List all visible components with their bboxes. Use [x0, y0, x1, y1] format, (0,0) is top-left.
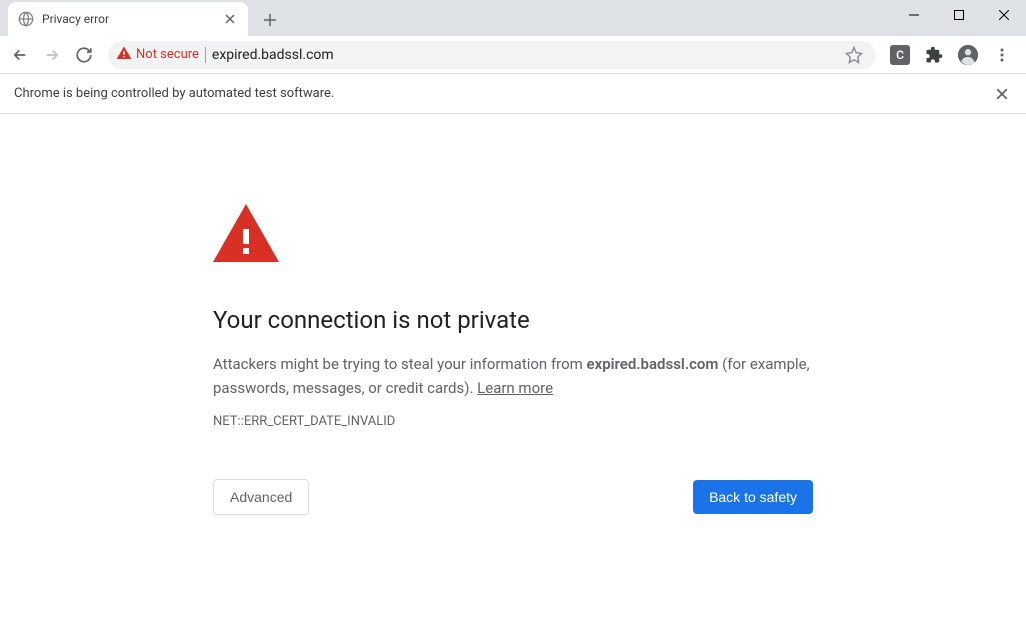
profile-avatar-icon[interactable] — [954, 41, 982, 69]
close-window-button[interactable] — [981, 0, 1026, 30]
back-to-safety-button[interactable]: Back to safety — [693, 480, 813, 514]
warning-triangle-icon — [116, 45, 132, 65]
toolbar-right: C — [886, 41, 1020, 69]
toolbar: Not secure expired.badssl.com C — [0, 36, 1026, 74]
separator — [205, 47, 206, 63]
button-row: Advanced Back to safety — [213, 479, 813, 515]
globe-icon — [18, 11, 34, 27]
title-bar: Privacy error — [0, 0, 1026, 36]
interstitial-domain: expired.badssl.com — [587, 355, 719, 373]
menu-kebab-icon[interactable] — [988, 41, 1016, 69]
window-controls — [891, 0, 1026, 30]
security-chip[interactable]: Not secure — [116, 45, 199, 65]
minimize-button[interactable] — [891, 0, 936, 30]
url-text: expired.badssl.com — [212, 47, 834, 63]
maximize-button[interactable] — [936, 0, 981, 30]
security-label: Not secure — [136, 47, 199, 62]
new-tab-button[interactable] — [256, 6, 284, 34]
infobar-close-icon[interactable] — [992, 84, 1012, 104]
interstitial-heading: Your connection is not private — [213, 306, 813, 334]
infobar-text: Chrome is being controlled by automated … — [14, 86, 992, 101]
close-tab-icon[interactable] — [222, 11, 238, 27]
tab-title: Privacy error — [42, 12, 214, 26]
extensions-puzzle-icon[interactable] — [920, 41, 948, 69]
advanced-button[interactable]: Advanced — [213, 479, 309, 515]
ssl-interstitial: Your connection is not private Attackers… — [213, 204, 813, 515]
page-content: Your connection is not private Attackers… — [0, 114, 1026, 515]
interstitial-body: Attackers might be trying to steal your … — [213, 352, 813, 400]
error-code: NET::ERR_CERT_DATE_INVALID — [213, 414, 813, 429]
back-button[interactable] — [6, 41, 34, 69]
reload-button[interactable] — [70, 41, 98, 69]
extension-badge[interactable]: C — [886, 41, 914, 69]
forward-button[interactable] — [38, 41, 66, 69]
browser-tab[interactable]: Privacy error — [8, 2, 248, 36]
large-warning-triangle-icon — [213, 204, 813, 266]
learn-more-link[interactable]: Learn more — [477, 379, 553, 397]
address-bar[interactable]: Not secure expired.badssl.com — [108, 41, 876, 69]
automation-infobar: Chrome is being controlled by automated … — [0, 74, 1026, 114]
bookmark-star-icon[interactable] — [840, 41, 868, 69]
